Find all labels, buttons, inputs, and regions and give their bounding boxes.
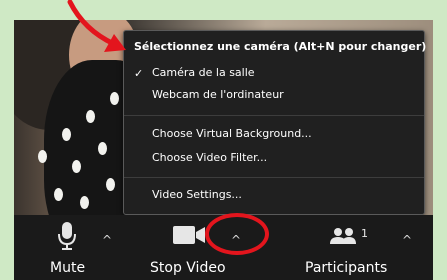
red-arrow-annotation [67,0,126,52]
menu-title: Sélectionnez une caméra (Alt+N pour chan… [134,40,427,53]
camera-menu: Sélectionnez une caméra (Alt+N pour chan… [123,30,427,215]
polka-dot [80,196,89,209]
menu-divider [124,177,424,178]
participants-count: 1 [361,227,368,240]
participants-label: Participants [305,260,388,276]
mute-button[interactable]: Mute [42,215,122,280]
mute-label: Mute [50,260,86,276]
highlight-circle [205,213,269,255]
polka-dot [86,110,95,123]
participants-icon [330,228,356,244]
menu-item-room-camera[interactable]: Caméra de la salle [152,66,255,79]
menu-item-video-settings[interactable]: Video Settings... [152,188,242,201]
polka-dot [98,142,107,155]
polka-dot [72,160,81,173]
polka-dot [38,150,47,163]
polka-dot [54,188,63,201]
menu-item-video-filter[interactable]: Choose Video Filter... [152,151,267,164]
checkmark-icon: ✓ [134,67,144,80]
video-camera-icon [173,226,205,244]
screenshot-frame: Sélectionnez une caméra (Alt+N pour chan… [0,0,447,280]
stop-video-label: Stop Video [150,260,226,276]
menu-divider [124,115,424,116]
microphone-icon [58,222,76,250]
polka-dot [110,92,119,105]
menu-item-virtual-background[interactable]: Choose Virtual Background... [152,127,312,140]
polka-dot [62,128,71,141]
polka-dot [106,178,115,191]
menu-item-laptop-webcam[interactable]: Webcam de l'ordinateur [152,88,284,101]
participants-button[interactable]: 1 Participants [299,215,394,280]
audio-options-caret[interactable]: ^ [102,233,112,247]
participants-options-caret[interactable]: ^ [402,233,412,247]
